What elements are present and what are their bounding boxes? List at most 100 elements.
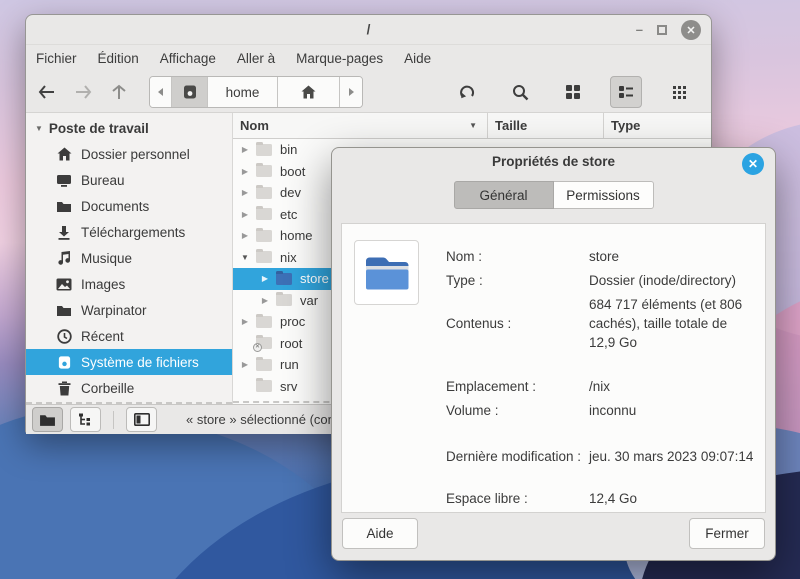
field-label: Espace libre : <box>446 491 589 506</box>
home-icon <box>301 85 316 99</box>
expander-icon[interactable]: ▶ <box>240 360 250 369</box>
image-icon <box>56 276 72 292</box>
sidebar-item-trash[interactable]: Corbeille <box>26 375 232 401</box>
file-name: run <box>280 357 299 372</box>
dialog-close-icon[interactable]: ✕ <box>742 153 764 175</box>
folder-icon-button[interactable] <box>354 240 419 305</box>
menu-fichier[interactable]: Fichier <box>36 51 77 66</box>
column-type-label: Type <box>611 118 640 133</box>
path-bar: home <box>149 76 363 108</box>
path-crumb-user-home[interactable] <box>278 77 340 107</box>
sidebar-item-home[interactable]: Dossier personnel <box>26 141 232 167</box>
expander-icon[interactable]: ▶ <box>260 274 270 283</box>
grid-view-icon[interactable] <box>557 76 589 108</box>
menu-aide[interactable]: Aide <box>404 51 431 66</box>
expander-icon[interactable]: ▶ <box>240 231 250 240</box>
column-header-size[interactable]: Taille <box>488 113 604 138</box>
close-icon[interactable]: ✕ <box>681 20 701 40</box>
file-name: proc <box>280 314 305 329</box>
field-free-space: Espace libre : 12,4 Go <box>446 489 755 508</box>
file-name: etc <box>280 207 297 222</box>
menu-affichage[interactable]: Affichage <box>160 51 216 66</box>
tab-permissions[interactable]: Permissions <box>554 181 654 209</box>
drive-icon <box>182 84 198 100</box>
expander-open-icon[interactable]: ▼ <box>240 253 250 262</box>
sidebar-toggle-icon[interactable] <box>126 407 157 432</box>
sidebar-item-documents[interactable]: Documents <box>26 193 232 219</box>
sort-descending-icon: ▼ <box>469 121 477 130</box>
menubar: Fichier Édition Affichage Aller à Marque… <box>26 45 711 72</box>
field-value: 684 717 éléments (et 806 cachés), taille… <box>589 295 755 352</box>
sidebar-item-label: Warpinator <box>81 303 147 318</box>
up-icon[interactable] <box>112 84 126 100</box>
file-name: srv <box>280 379 297 394</box>
expander-icon[interactable]: ▶ <box>240 167 250 176</box>
help-button[interactable]: Aide <box>342 518 418 549</box>
menu-edition[interactable]: Édition <box>98 51 139 66</box>
compact-view-icon[interactable] <box>663 76 695 108</box>
sidebar-item-downloads[interactable]: Téléchargements <box>26 219 232 245</box>
forward-icon[interactable] <box>75 85 92 99</box>
titlebar[interactable]: / – ✕ <box>26 15 711 45</box>
field-label: Volume : <box>446 403 589 418</box>
music-icon <box>56 250 72 266</box>
chevron-down-icon[interactable]: ▼ <box>35 124 43 133</box>
file-name: store <box>300 271 329 286</box>
path-crumb-home[interactable]: home <box>208 77 278 107</box>
minimize-icon[interactable]: – <box>636 26 643 34</box>
file-name: bin <box>280 142 297 157</box>
list-view-icon[interactable] <box>610 76 642 108</box>
folder-icon <box>256 187 272 199</box>
folder-icon <box>56 302 72 318</box>
path-scroll-right-icon[interactable] <box>340 77 362 107</box>
file-name: home <box>280 228 313 243</box>
expander-icon[interactable]: ▶ <box>260 296 270 305</box>
sidebar-section-computer[interactable]: ▼ Poste de travail <box>26 115 232 141</box>
reload-icon[interactable] <box>451 76 483 108</box>
back-icon[interactable] <box>38 85 55 99</box>
expander-icon[interactable]: ▶ <box>240 317 250 326</box>
tab-general[interactable]: Général <box>454 181 554 209</box>
column-headers: Nom ▼ Taille Type <box>233 113 711 139</box>
sidebar-item-label: Bureau <box>81 173 125 188</box>
file-name: boot <box>280 164 305 179</box>
expander-icon[interactable]: ▶ <box>240 210 250 219</box>
folder-icon <box>256 380 272 392</box>
dialog-title: Propriétés de store <box>332 154 775 169</box>
folder-icon <box>276 294 292 306</box>
folder-icon <box>256 316 272 328</box>
sidebar-item-label: Corbeille <box>81 381 134 396</box>
field-value: jeu. 30 mars 2023 09:07:14 <box>589 447 755 466</box>
sidebar-item-filesystem[interactable]: Système de fichiers <box>26 349 232 375</box>
field-contents: Contenus : 684 717 éléments (et 806 cach… <box>446 295 755 352</box>
sidebar-item-warpinator[interactable]: Warpinator <box>26 297 232 323</box>
field-type: Type : Dossier (inode/directory) <box>446 271 755 290</box>
menu-aller-a[interactable]: Aller à <box>237 51 275 66</box>
path-crumb-filesystem[interactable] <box>172 77 208 107</box>
tree-view-toggle-icon[interactable] <box>70 407 101 432</box>
sidebar-item-music[interactable]: Musique <box>26 245 232 271</box>
folder-icon <box>256 165 272 177</box>
expander-icon[interactable]: ▶ <box>240 188 250 197</box>
column-header-type[interactable]: Type <box>604 113 711 138</box>
dialog-tabs: Général Permissions <box>332 181 775 209</box>
sidebar-item-desktop[interactable]: Bureau <box>26 167 232 193</box>
sidebar-item-recent[interactable]: Récent <box>26 323 232 349</box>
sidebar: ▼ Poste de travail Dossier personnel Bur… <box>26 113 233 404</box>
maximize-icon[interactable] <box>657 25 667 35</box>
icon-view-toggle-folder-icon[interactable] <box>32 407 63 432</box>
expander-icon[interactable]: ▶ <box>240 145 250 154</box>
sidebar-item-label: Documents <box>81 199 149 214</box>
sidebar-item-label: Téléchargements <box>81 225 185 240</box>
field-value: /nix <box>589 377 755 396</box>
menu-marque-pages[interactable]: Marque-pages <box>296 51 383 66</box>
folder-icon <box>256 144 272 156</box>
path-scroll-left-icon[interactable] <box>150 77 172 107</box>
sidebar-item-pictures[interactable]: Images <box>26 271 232 297</box>
clock-icon <box>56 328 72 344</box>
close-button[interactable]: Fermer <box>689 518 765 549</box>
nav-buttons <box>26 84 126 100</box>
search-icon[interactable] <box>504 76 536 108</box>
column-header-name[interactable]: Nom ▼ <box>233 113 488 138</box>
file-name: var <box>300 293 318 308</box>
